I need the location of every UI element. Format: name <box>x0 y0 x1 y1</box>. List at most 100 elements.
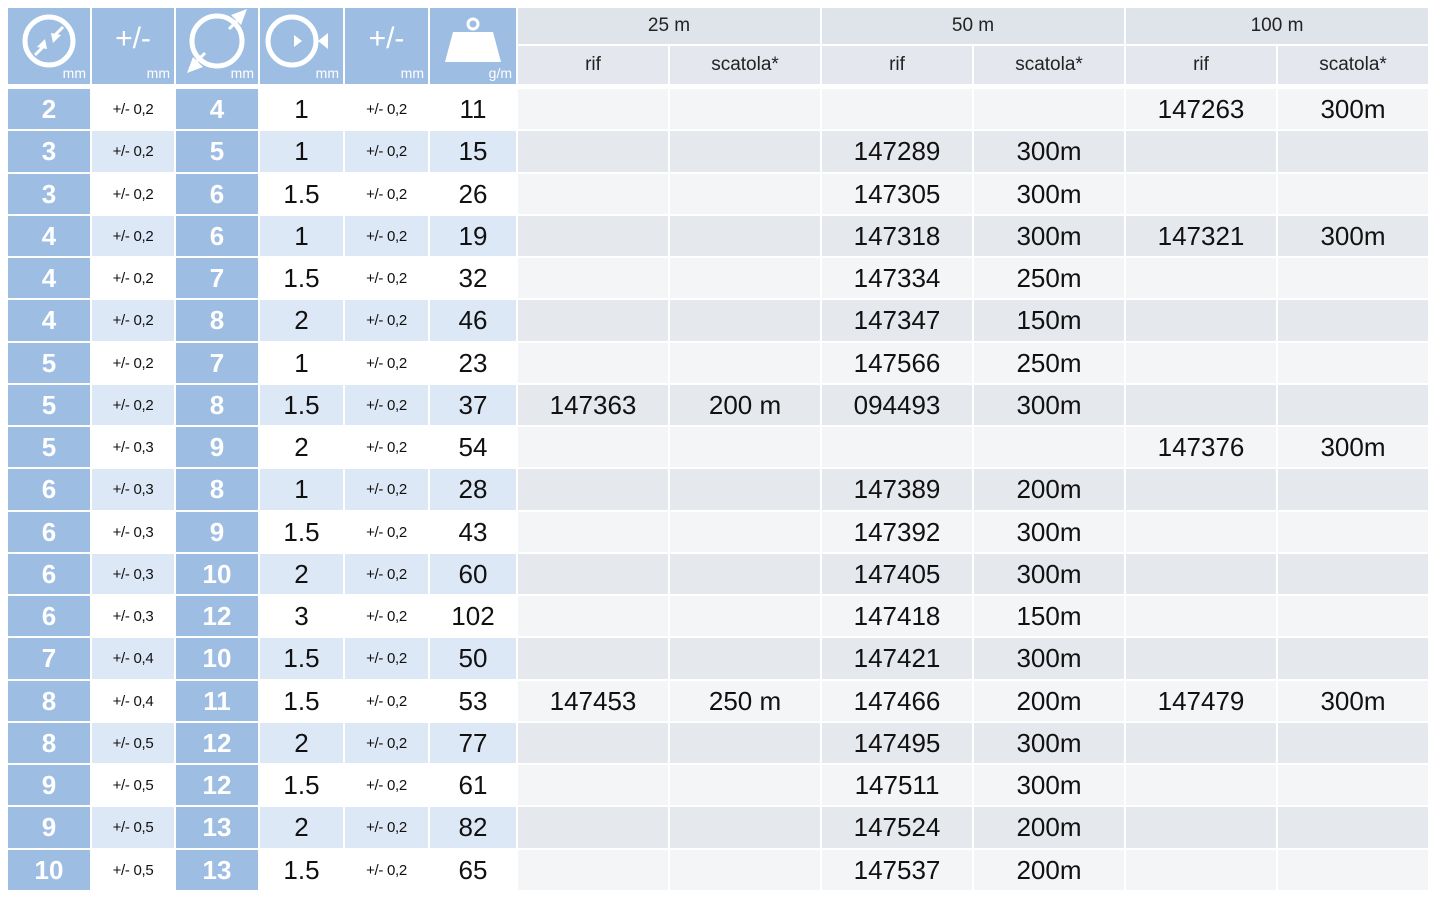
rif-50m-cell: 147389 <box>822 469 972 510</box>
weight-cell: 61 <box>430 765 516 805</box>
box-100m-cell <box>1278 343 1428 383</box>
wall-thickness-cell: 2 <box>260 807 343 848</box>
rif-100m-cell <box>1126 131 1276 172</box>
wall-tolerance-cell: +/- 0,2 <box>345 638 428 679</box>
rif-25m-cell <box>518 554 668 594</box>
box-50m-cell: 300m <box>974 174 1124 214</box>
wall-tolerance-cell: +/- 0,2 <box>345 554 428 594</box>
weight-cell: 53 <box>430 681 516 721</box>
box-50m-cell: 300m <box>974 765 1124 805</box>
inner-tolerance-cell: +/- 0,5 <box>92 807 174 848</box>
rif-25m-cell <box>518 596 668 636</box>
weight-cell: 23 <box>430 343 516 383</box>
header-col-4: mm <box>260 8 343 84</box>
inner-diameter-cell: 2 <box>8 89 90 129</box>
outer-diameter-cell: 10 <box>176 638 258 679</box>
group-header: 50 m <box>822 8 1124 44</box>
wall-tolerance-cell: +/- 0,2 <box>345 807 428 848</box>
box-50m-cell <box>974 89 1124 129</box>
box-50m-cell: 200m <box>974 850 1124 890</box>
outer-diameter-cell: 8 <box>176 385 258 425</box>
box-50m-cell: 150m <box>974 300 1124 341</box>
wall-tolerance-cell: +/- 0,2 <box>345 174 428 214</box>
weight-cell: 15 <box>430 131 516 172</box>
wall-thickness-cell: 1.5 <box>260 385 343 425</box>
box-100m-cell <box>1278 131 1428 172</box>
subheader-scatola: scatola* <box>974 46 1124 84</box>
inner-diameter-cell: 8 <box>8 723 90 763</box>
inner-diameter-cell: 6 <box>8 469 90 510</box>
wall-tolerance-cell: +/- 0,2 <box>345 89 428 129</box>
inner-diameter-icon <box>19 11 79 71</box>
rif-25m-cell: 147363 <box>518 385 668 425</box>
subheader-scatola: scatola* <box>670 46 820 84</box>
wall-thickness-cell: 2 <box>260 554 343 594</box>
box-25m-cell: 250 m <box>670 681 820 721</box>
rif-100m-cell <box>1126 765 1276 805</box>
wall-tolerance-cell: +/- 0,2 <box>345 765 428 805</box>
weight-cell: 54 <box>430 427 516 467</box>
rif-100m-cell <box>1126 174 1276 214</box>
outer-diameter-cell: 4 <box>176 89 258 129</box>
wall-thickness-cell: 1 <box>260 131 343 172</box>
inner-diameter-cell: 4 <box>8 300 90 341</box>
rif-25m-cell <box>518 216 668 256</box>
rif-25m-cell <box>518 258 668 298</box>
outer-diameter-cell: 11 <box>176 681 258 721</box>
wall-tolerance-cell: +/- 0,2 <box>345 469 428 510</box>
box-25m-cell: 200 m <box>670 385 820 425</box>
box-25m-cell <box>670 258 820 298</box>
inner-diameter-cell: 9 <box>8 765 90 805</box>
inner-tolerance-cell: +/- 0,3 <box>92 596 174 636</box>
header-col-2: +/- mm <box>92 8 174 84</box>
weight-cell: 46 <box>430 300 516 341</box>
wall-thickness-cell: 1 <box>260 89 343 129</box>
box-50m-cell: 200m <box>974 807 1124 848</box>
outer-diameter-cell: 12 <box>176 723 258 763</box>
rif-50m-cell: 147289 <box>822 131 972 172</box>
product-table: mm +/- mm mm mm +/- mm g/m 25 m rif scatola* 50 m ri… <box>0 0 1438 904</box>
inner-tolerance-cell: +/- 0,2 <box>92 385 174 425</box>
inner-diameter-cell: 6 <box>8 512 90 552</box>
inner-tolerance-cell: +/- 0,2 <box>92 300 174 341</box>
weight-cell: 50 <box>430 638 516 679</box>
wall-thickness-cell: 2 <box>260 427 343 467</box>
inner-tolerance-cell: +/- 0,2 <box>92 216 174 256</box>
wall-thickness-cell: 1.5 <box>260 765 343 805</box>
unit-label: mm <box>62 65 86 81</box>
rif-50m-cell: 147405 <box>822 554 972 594</box>
inner-diameter-cell: 8 <box>8 681 90 721</box>
wall-thickness-cell: 2 <box>260 723 343 763</box>
outer-diameter-cell: 6 <box>176 174 258 214</box>
inner-diameter-cell: 5 <box>8 343 90 383</box>
box-100m-cell <box>1278 596 1428 636</box>
box-25m-cell <box>670 300 820 341</box>
rif-50m-cell <box>822 89 972 129</box>
box-100m-cell <box>1278 300 1428 341</box>
box-25m-cell <box>670 723 820 763</box>
outer-diameter-cell: 8 <box>176 300 258 341</box>
wall-tolerance-cell: +/- 0,2 <box>345 343 428 383</box>
rif-100m-cell <box>1126 300 1276 341</box>
tolerance-label: +/- <box>115 22 151 55</box>
wall-thickness-icon <box>262 11 342 71</box>
box-50m-cell: 300m <box>974 131 1124 172</box>
inner-tolerance-cell: +/- 0,4 <box>92 681 174 721</box>
inner-diameter-cell: 6 <box>8 554 90 594</box>
wall-tolerance-cell: +/- 0,2 <box>345 723 428 763</box>
inner-diameter-cell: 7 <box>8 638 90 679</box>
rif-25m-cell <box>518 131 668 172</box>
rif-50m-cell: 147347 <box>822 300 972 341</box>
wall-tolerance-cell: +/- 0,2 <box>345 300 428 341</box>
rif-100m-cell <box>1126 343 1276 383</box>
box-25m-cell <box>670 765 820 805</box>
wall-tolerance-cell: +/- 0,2 <box>345 385 428 425</box>
subheader-rif: rif <box>518 46 668 84</box>
box-50m-cell: 300m <box>974 638 1124 679</box>
box-50m-cell: 300m <box>974 554 1124 594</box>
wall-thickness-cell: 1 <box>260 343 343 383</box>
rif-100m-cell <box>1126 512 1276 552</box>
box-25m-cell <box>670 174 820 214</box>
unit-label: mm <box>315 65 339 81</box>
rif-100m-cell <box>1126 723 1276 763</box>
